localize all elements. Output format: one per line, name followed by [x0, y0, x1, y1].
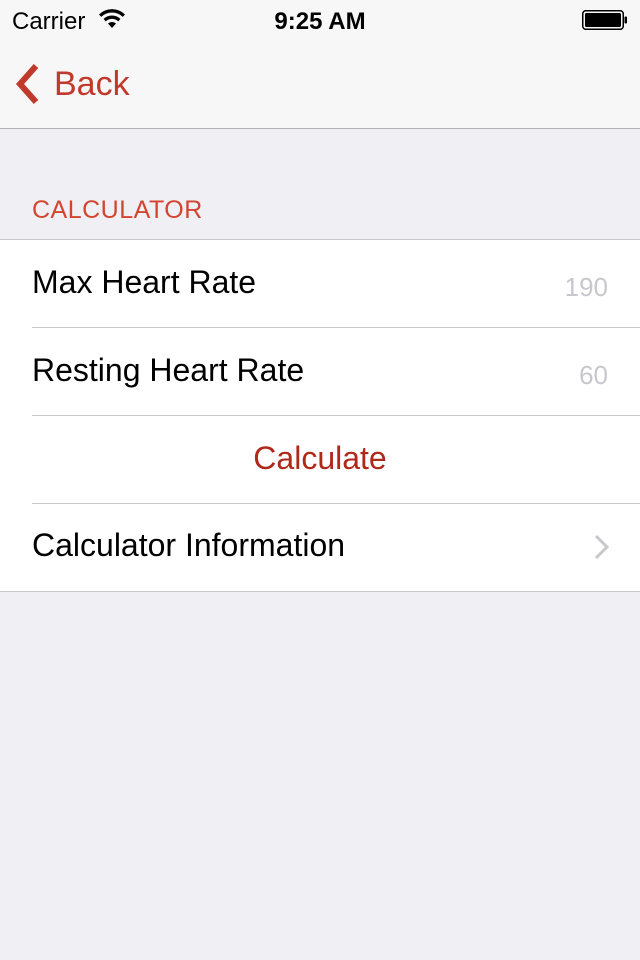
section-header: CALCULATOR [32, 196, 203, 224]
calculator-information-label: Calculator Information [32, 527, 346, 563]
back-button-label: Back [54, 64, 130, 103]
resting-heart-rate-field[interactable]: 60 [579, 360, 608, 391]
status-bar: Carrier 9:25 AM [0, 0, 640, 40]
calculate-button-label: Calculate [253, 440, 387, 476]
back-button[interactable]: Back [14, 62, 130, 106]
back-chevron-icon [15, 64, 39, 104]
battery-icon [582, 10, 627, 30]
calculator-table-group: Max Heart Rate 190 Resting Heart Rate 60… [0, 239, 640, 592]
resting-heart-rate-row[interactable]: Resting Heart Rate 60 [0, 328, 640, 416]
disclosure-chevron-icon [594, 534, 610, 560]
navigation-bar: Back [0, 40, 640, 129]
max-heart-rate-field[interactable]: 190 [565, 272, 608, 303]
max-heart-rate-label: Max Heart Rate [32, 264, 257, 300]
calculate-button[interactable]: Calculate [0, 416, 640, 504]
max-heart-rate-row[interactable]: Max Heart Rate 190 [0, 240, 640, 328]
resting-heart-rate-label: Resting Heart Rate [32, 352, 305, 388]
calculator-information-row[interactable]: Calculator Information [0, 503, 640, 591]
status-time: 9:25 AM [274, 8, 366, 35]
